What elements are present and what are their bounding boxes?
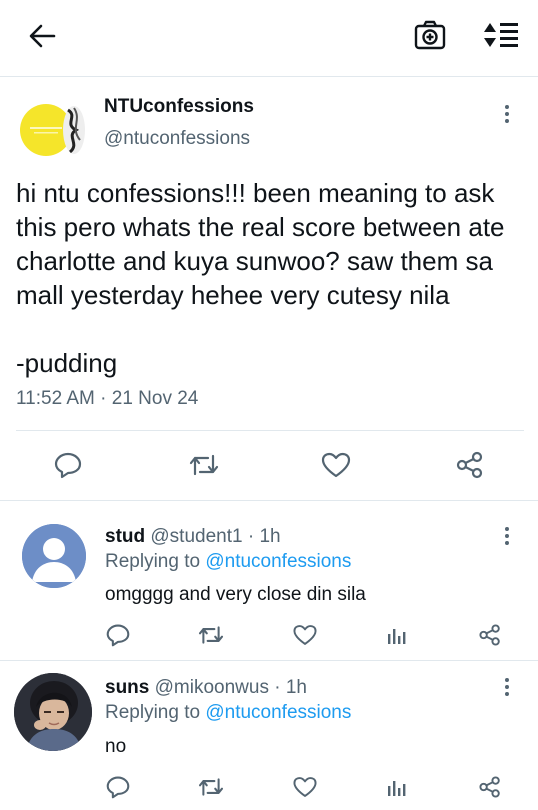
reply-time-separator: · [268,677,286,698]
divider [16,430,524,431]
retweet-button[interactable] [186,450,222,480]
reply-avatar[interactable] [14,673,92,751]
retweet-button[interactable] [196,774,226,800]
reply-header: stud @student1 · 1h [105,526,281,548]
camera-button[interactable] [410,16,450,54]
tweet-time: 11:52 AM [16,388,95,409]
tweet-text: hi ntu confessions!!! been meaning to as… [16,178,505,378]
main-tweet-avatar[interactable] [18,100,90,160]
reply-icon [106,624,130,647]
camera-plus-icon [414,20,446,50]
tweet-date: 21 Nov 24 [111,388,199,409]
tweet-timestamp[interactable]: 11:52 AM · 21 Nov 24 [16,388,198,410]
author-name[interactable]: NTUconfessions [104,96,254,118]
like-button[interactable] [318,450,354,480]
like-button[interactable] [290,622,320,648]
sort-list-icon [484,23,518,47]
reply-time: 1h [285,677,307,698]
default-avatar-icon [22,524,86,588]
analytics-icon [388,781,406,796]
reply-time: 1h [259,526,281,547]
reply-text: omgggg and very close din sila [105,584,366,605]
reply-button[interactable] [104,622,132,648]
reply-header: suns @mikoonwus · 1h [105,677,307,699]
share-icon [456,451,483,479]
sort-button[interactable] [480,16,522,54]
reply-icon [106,776,130,799]
reply-time-separator: · [242,526,260,547]
replying-prefix: Replying to [105,551,206,572]
reply-button[interactable] [50,450,86,480]
like-button[interactable] [290,774,320,800]
share-button[interactable] [452,450,488,480]
like-icon [293,777,317,797]
replying-to: Replying to @ntuconfessions [105,702,351,724]
replying-to-mention[interactable]: @ntuconfessions [205,702,351,723]
reply-text: no [105,736,127,757]
replying-to-mention[interactable]: @ntuconfessions [205,551,351,572]
analytics-icon [388,629,406,644]
retweet-icon [198,778,224,796]
analytics-button[interactable] [384,622,410,648]
divider [0,660,538,661]
like-icon [321,452,351,478]
reply-icon [54,452,82,479]
reply-author-name[interactable]: stud [105,526,145,547]
timestamp-separator: · [94,388,112,409]
share-button[interactable] [476,774,504,800]
like-icon [293,625,317,645]
analytics-button[interactable] [384,774,410,800]
share-button[interactable] [476,622,504,648]
more-options-button[interactable] [502,102,512,128]
share-icon [479,624,500,646]
arrow-left-icon [29,24,56,48]
retweet-icon [189,454,219,476]
back-button[interactable] [22,18,62,54]
reply-more-options-button[interactable] [502,524,512,550]
ntuconfessions-logo-icon [20,104,85,156]
divider [0,500,538,501]
retweet-icon [198,626,224,644]
reply-avatar[interactable] [22,524,86,588]
reply-more-options-button[interactable] [502,675,512,701]
reply-button[interactable] [104,774,132,800]
user-photo [14,673,92,751]
replying-prefix: Replying to [105,702,206,723]
retweet-button[interactable] [196,622,226,648]
share-icon [479,776,500,798]
reply-author-handle[interactable]: @student1 [150,526,242,547]
top-bar [0,0,538,77]
replying-to: Replying to @ntuconfessions [105,551,351,573]
reply-author-name[interactable]: suns [105,677,149,698]
reply-author-handle[interactable]: @mikoonwus [155,677,269,698]
author-handle[interactable]: @ntuconfessions [104,128,250,150]
